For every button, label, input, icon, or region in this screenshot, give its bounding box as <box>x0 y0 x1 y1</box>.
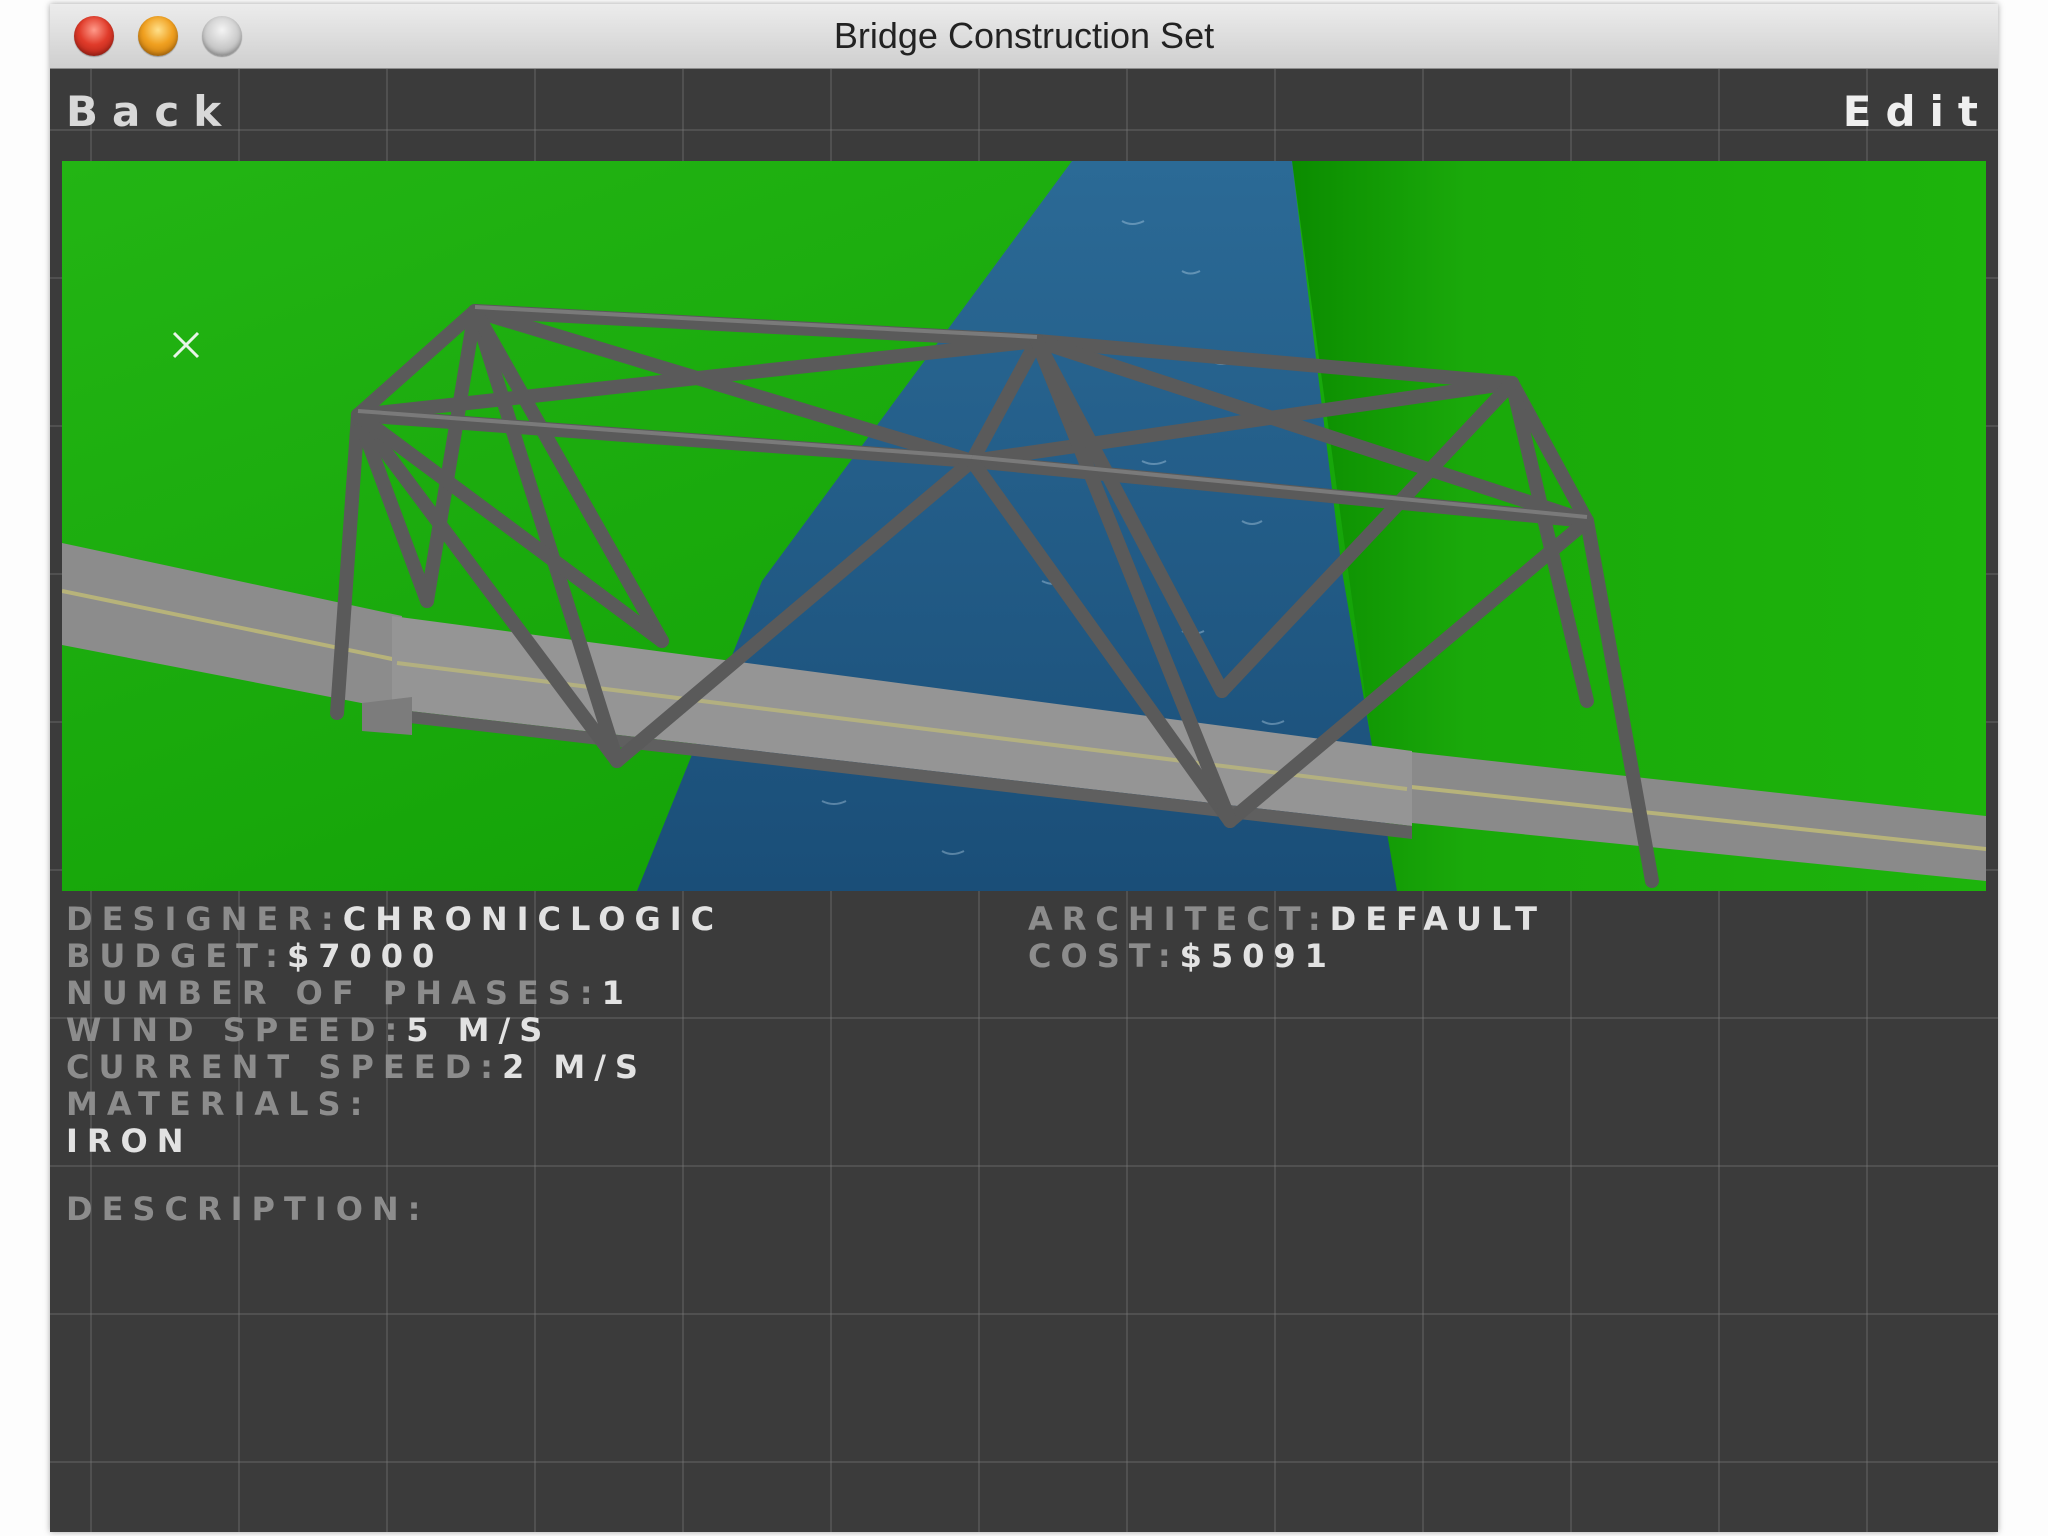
deck-pier-left <box>362 697 412 735</box>
bridge-info-right: Architect:Default Cost:$5091 <box>1028 901 1546 975</box>
wind-speed-value: 5 m/s <box>406 1011 552 1049</box>
designer-value: Chroniclogic <box>342 900 724 938</box>
materials-list: Iron <box>66 1123 723 1160</box>
budget-value: $7000 <box>286 937 444 975</box>
material-iron: Iron <box>66 1122 193 1160</box>
cost-label: Cost: <box>1028 937 1180 975</box>
materials-label: Materials: <box>66 1085 372 1123</box>
back-button[interactable]: Back <box>66 87 235 136</box>
description-label: Description: <box>66 1190 430 1228</box>
budget-label: Budget: <box>66 937 287 975</box>
designer-label: Designer: <box>66 900 343 938</box>
phases-label: Number of Phases: <box>66 974 602 1012</box>
architect-row: Architect:Default <box>1028 901 1546 938</box>
window-title: Bridge Construction Set <box>833 15 1215 56</box>
architect-value: Default <box>1329 900 1546 938</box>
cost-value: $5091 <box>1179 937 1336 975</box>
phases-value: 1 <box>601 974 633 1012</box>
wind-speed-row: Wind Speed:5 m/s <box>66 1012 723 1049</box>
title-bar[interactable]: Bridge Construction Set <box>50 4 1998 69</box>
designer-row: Designer:Chroniclogic <box>66 901 723 938</box>
cost-row: Cost:$5091 <box>1028 938 1546 975</box>
wind-speed-label: Wind Speed: <box>66 1011 407 1049</box>
phases-row: Number of Phases:1 <box>66 975 723 1012</box>
budget-row: Budget:$7000 <box>66 938 723 975</box>
materials-row: Materials: <box>66 1086 723 1123</box>
architect-label: Architect: <box>1028 900 1330 938</box>
bridge-info-left: Designer:Chroniclogic Budget:$7000 Numbe… <box>66 901 723 1160</box>
game-screen: Back Edit DESIGNER:CHRONICLOGIC BUDGET:$… <box>50 69 1998 1532</box>
current-speed-value: 2 m/s <box>501 1048 647 1086</box>
description-section: Description: <box>66 1191 429 1228</box>
bridge-3d-viewport[interactable] <box>62 161 1986 891</box>
edit-button[interactable]: Edit <box>1843 87 1992 136</box>
current-speed-label: Current Speed: <box>66 1048 502 1086</box>
current-speed-row: Current Speed:2 m/s <box>66 1049 723 1086</box>
app-window: Bridge Construction Set Back Edit DESIGN… <box>50 4 1998 1532</box>
